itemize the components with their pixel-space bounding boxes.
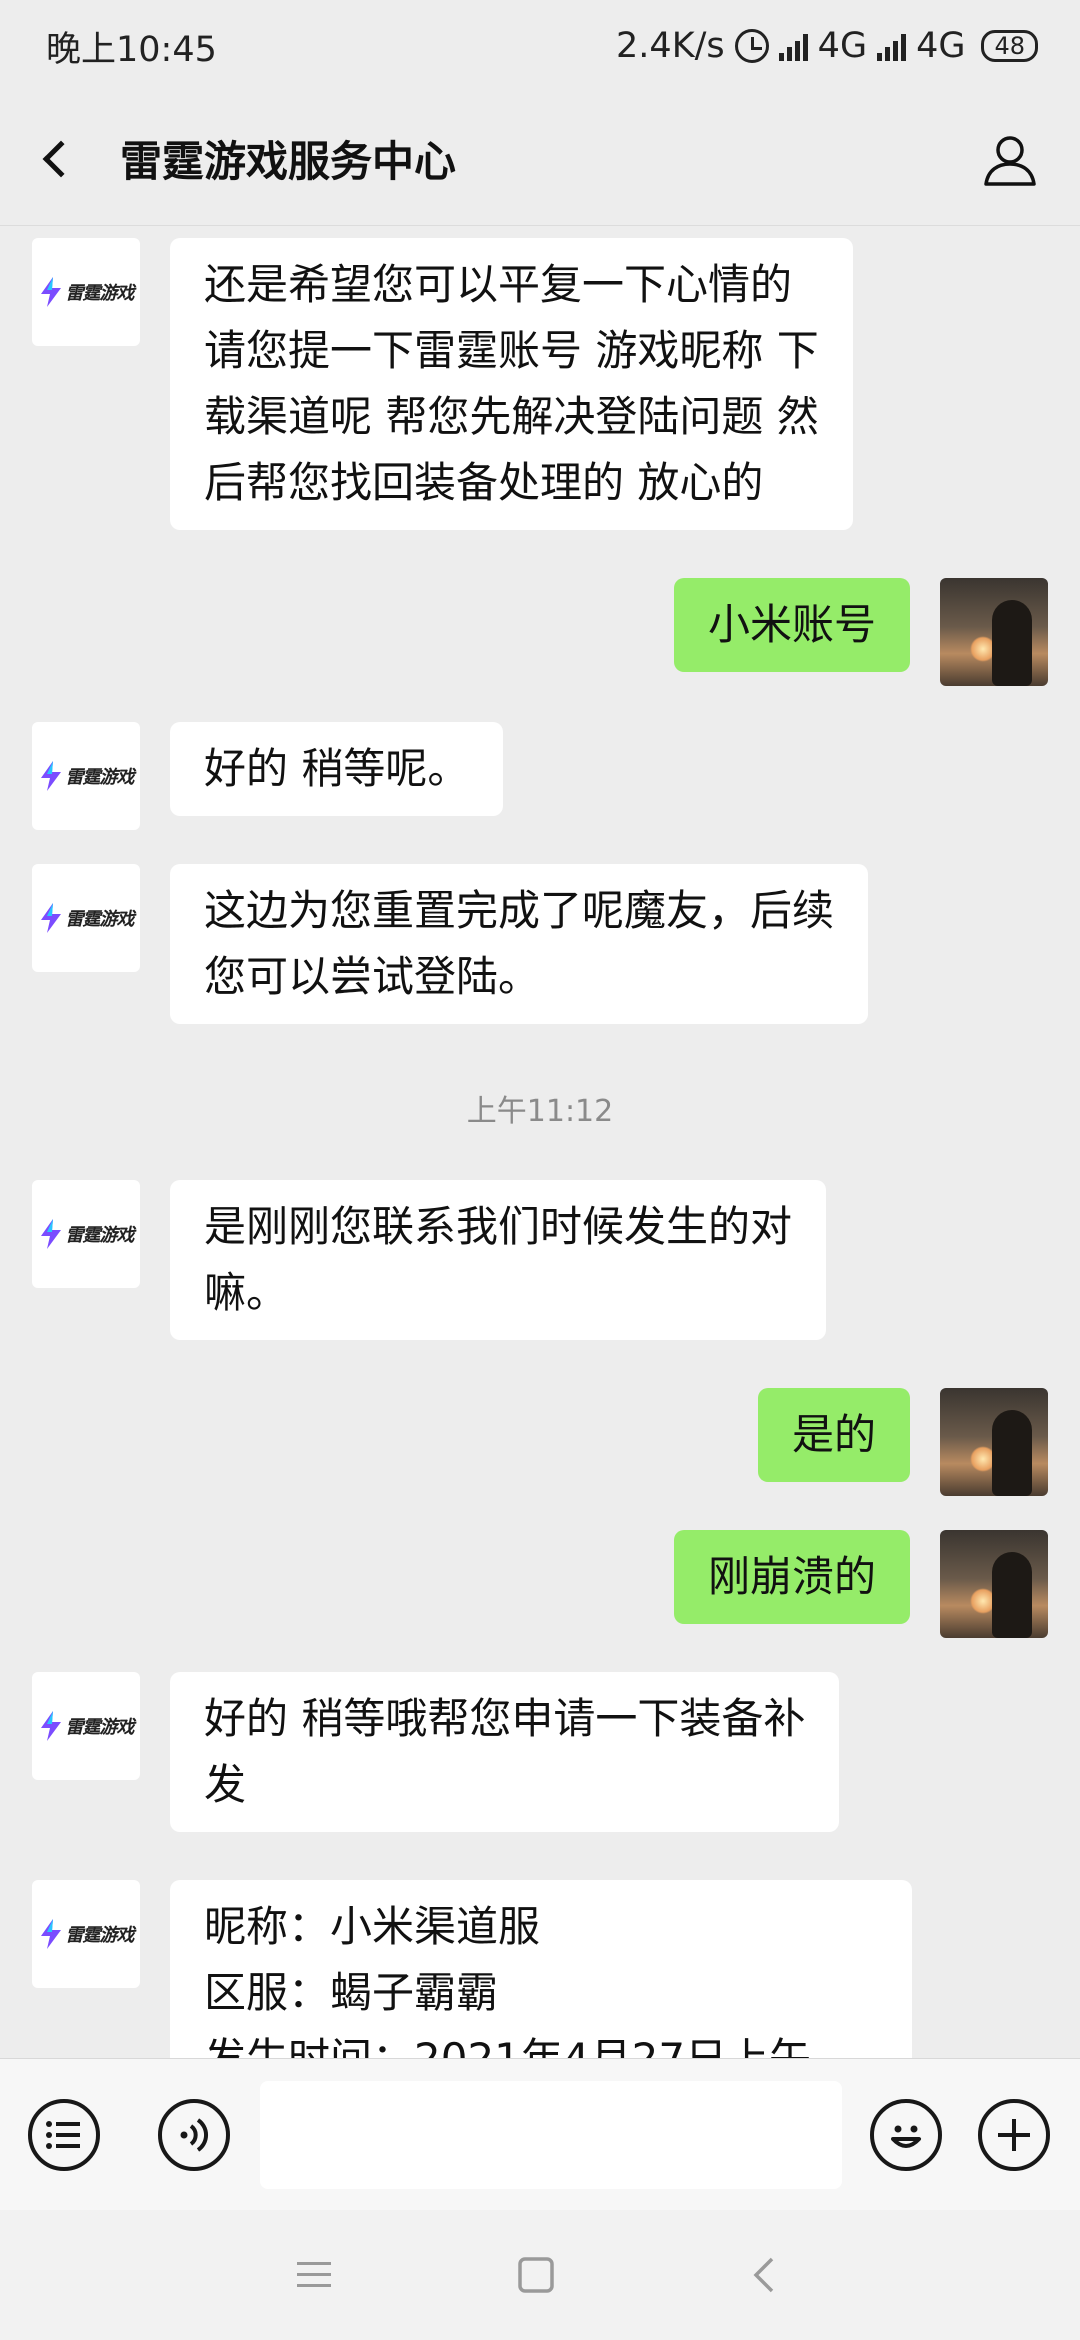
message-text: 还是希望您可以平复一下心情的 xyxy=(204,260,793,309)
message-text: 发生时间：2021年4月27日上午 xyxy=(204,2026,878,2058)
message-text: 是刚刚您联系我们时候发生的对 xyxy=(204,1202,793,1251)
chat-title: 雷霆游戏服务中心 xyxy=(120,137,457,186)
network-type-2: 4G xyxy=(916,26,966,66)
plus-glyph xyxy=(998,2119,1030,2151)
user-avatar[interactable] xyxy=(940,578,1048,686)
message-text: 区服：蝎子霸霸 xyxy=(204,1968,499,2017)
user-avatar[interactable] xyxy=(940,1388,1048,1496)
agent-avatar[interactable]: 雷霆游戏 xyxy=(32,1180,140,1288)
voice-glyph xyxy=(180,2118,208,2152)
voice-icon[interactable] xyxy=(158,2099,230,2171)
agent-avatar[interactable]: 雷霆游戏 xyxy=(32,1672,140,1780)
message-text: 昵称：小米渠道服 xyxy=(204,1902,541,1951)
agent-logo-text: 雷霆游戏 xyxy=(65,1717,135,1738)
message-bubble[interactable]: 好的 稍等呢。 xyxy=(170,722,504,816)
network-speed: 2.4K/s xyxy=(616,26,725,66)
signal-icon xyxy=(778,31,808,61)
message-bubble[interactable]: 是的 xyxy=(757,1388,910,1482)
bolt-logo-icon xyxy=(40,1919,61,1949)
list-glyph xyxy=(46,2121,80,2149)
message-text: 发 xyxy=(204,1760,247,1809)
status-time: 晚上10:45 xyxy=(46,29,217,70)
list-icon[interactable] xyxy=(28,2099,100,2171)
back-triangle-icon[interactable] xyxy=(752,2257,776,2293)
chevron-left-icon[interactable] xyxy=(42,140,80,177)
input-bar xyxy=(0,2058,1080,2210)
message-bubble[interactable]: 还是希望您可以平复一下心情的 请您提一下雷霆账号 游戏昵称 下 载渠道呢 帮您先… xyxy=(170,238,853,530)
alarm-icon xyxy=(734,29,769,63)
emoji-glyph xyxy=(891,2125,921,2148)
message-bubble[interactable]: 小米账号 xyxy=(673,578,910,672)
status-bar: 晚上10:45 2.4K/s 4G 4G 48 xyxy=(0,0,1080,92)
message-text: 好的 稍等呢。 xyxy=(204,744,470,793)
agent-logo-text: 雷霆游戏 xyxy=(65,767,135,788)
bolt-logo-icon xyxy=(40,1711,61,1741)
bolt-logo-icon xyxy=(40,277,61,307)
message-text: 后帮您找回装备处理的 放心的 xyxy=(204,458,764,507)
agent-logo-text: 雷霆游戏 xyxy=(65,909,135,930)
signal-icon-2 xyxy=(877,31,907,61)
message-input[interactable] xyxy=(260,2081,842,2189)
message-text: 载渠道呢 帮您先解决登陆问题 然 xyxy=(204,392,819,441)
message-bubble[interactable]: 是刚刚您联系我们时候发生的对 嘛。 xyxy=(170,1180,827,1340)
message-bubble[interactable]: 好的 稍等哦帮您申请一下装备补 发 xyxy=(170,1672,840,1832)
message-text: 是的 xyxy=(791,1410,876,1459)
bolt-logo-icon xyxy=(40,761,61,791)
bolt-logo-icon xyxy=(40,1219,61,1249)
message-text: 小米账号 xyxy=(707,600,876,649)
message-bubble[interactable]: 这边为您重置完成了呢魔友，后续 您可以尝试登陆。 xyxy=(170,864,869,1024)
status-indicators: 2.4K/s 4G 4G 48 xyxy=(616,26,1038,66)
chat-header: 雷霆游戏服务中心 xyxy=(0,92,1080,226)
message-text: 好的 稍等哦帮您申请一下装备补 xyxy=(204,1694,806,1743)
message-text: 请您提一下雷霆账号 游戏昵称 下 xyxy=(204,326,819,375)
message-bubble[interactable]: 昵称：小米渠道服 区服：蝎子霸霸 发生时间：2021年4月27日上午 xyxy=(170,1880,912,2058)
agent-avatar[interactable]: 雷霆游戏 xyxy=(32,722,140,830)
agent-logo-text: 雷霆游戏 xyxy=(65,1225,135,1246)
message-list[interactable]: 雷霆游戏 还是希望您可以平复一下心情的 请您提一下雷霆账号 游戏昵称 下 载渠道… xyxy=(0,226,1080,2058)
bolt-logo-icon xyxy=(40,903,61,933)
battery-icon: 48 xyxy=(981,30,1038,62)
agent-avatar[interactable]: 雷霆游戏 xyxy=(32,238,140,346)
message-text: 嘛。 xyxy=(204,1268,289,1317)
agent-avatar[interactable]: 雷霆游戏 xyxy=(32,1880,140,1988)
message-text: 这边为您重置完成了呢魔友，后续 xyxy=(204,886,835,935)
system-nav-bar xyxy=(0,2210,1080,2340)
message-text: 刚崩溃的 xyxy=(707,1552,876,1601)
home-square-icon[interactable] xyxy=(518,2257,554,2293)
person-icon[interactable] xyxy=(982,132,1038,188)
menu-icon[interactable] xyxy=(297,2260,331,2290)
plus-icon[interactable] xyxy=(978,2099,1050,2171)
network-type-1: 4G xyxy=(817,26,868,66)
message-text: 您可以尝试登陆。 xyxy=(204,952,541,1001)
message-timestamp: 上午11:12 xyxy=(466,1094,614,1129)
agent-logo-text: 雷霆游戏 xyxy=(65,283,135,304)
emoji-icon[interactable] xyxy=(870,2099,942,2171)
message-bubble[interactable]: 刚崩溃的 xyxy=(673,1530,910,1624)
user-avatar[interactable] xyxy=(940,1530,1048,1638)
agent-avatar[interactable]: 雷霆游戏 xyxy=(32,864,140,972)
agent-logo-text: 雷霆游戏 xyxy=(65,1925,135,1946)
